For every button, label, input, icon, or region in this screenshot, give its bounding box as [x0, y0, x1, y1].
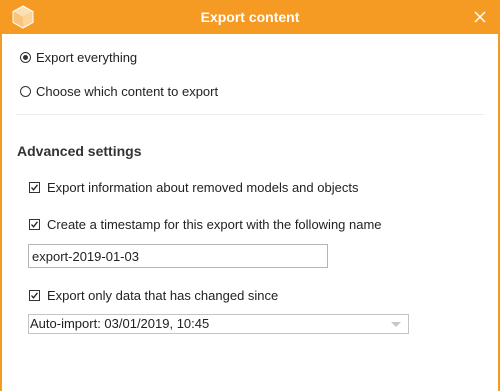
checkbox-checked[interactable]	[29, 181, 40, 193]
section-divider	[16, 114, 484, 115]
checkbox-label: Export information about removed models …	[47, 179, 359, 195]
checkbox-checked[interactable]	[29, 218, 40, 230]
radio-label: Export everything	[36, 49, 138, 65]
radio-export-everything[interactable]: Export everything	[20, 47, 137, 67]
close-icon[interactable]	[472, 9, 488, 25]
checkbox-removed-objects[interactable]: Export information about removed models …	[29, 177, 358, 197]
radio-button[interactable]	[20, 85, 31, 97]
radio-choose-content[interactable]: Choose which content to export	[20, 81, 218, 101]
checkmark-icon	[31, 291, 39, 299]
chevron-down-icon[interactable]	[391, 322, 401, 327]
timestamp-name-input[interactable]	[28, 244, 328, 268]
radio-label: Choose which content to export	[36, 83, 219, 99]
radio-button-selected[interactable]	[20, 51, 31, 63]
checkmark-icon	[31, 220, 39, 228]
checkbox-changed-since[interactable]: Export only data that has changed since	[29, 285, 278, 305]
checkbox-checked[interactable]	[29, 289, 40, 301]
checkbox-label: Export only data that has changed since	[47, 287, 279, 303]
changed-since-dropdown[interactable]: Auto-import: 03/01/2019, 10:45	[28, 314, 409, 334]
advanced-settings-heading: Advanced settings	[17, 143, 142, 159]
checkbox-label: Create a timestamp for this export with …	[47, 216, 382, 232]
checkbox-timestamp[interactable]: Create a timestamp for this export with …	[29, 214, 382, 234]
title-bar[interactable]: Export content	[0, 0, 500, 34]
dialog-title: Export content	[200, 9, 300, 25]
dropdown-selected-value: Auto-import: 03/01/2019, 10:45	[30, 316, 210, 331]
export-content-dialog: Export content Export everything Choose …	[0, 0, 500, 391]
checkmark-icon	[31, 183, 39, 191]
